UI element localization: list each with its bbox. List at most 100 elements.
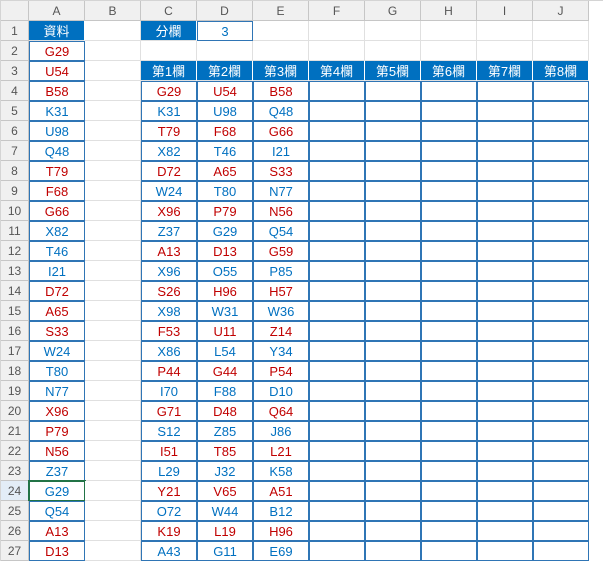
cell-B25[interactable] bbox=[85, 501, 141, 521]
cell-J20[interactable] bbox=[533, 401, 589, 421]
cell-E23[interactable]: K58 bbox=[253, 461, 309, 481]
cell-A12[interactable]: T46 bbox=[29, 241, 85, 261]
table-header-3[interactable]: 第3欄 bbox=[253, 61, 309, 81]
cell-F12[interactable] bbox=[309, 241, 365, 261]
cell-J24[interactable] bbox=[533, 481, 589, 501]
cell-B14[interactable] bbox=[85, 281, 141, 301]
cell-C15[interactable]: X98 bbox=[141, 301, 197, 321]
row-header-4[interactable]: 4 bbox=[1, 81, 29, 101]
cell-C27[interactable]: A43 bbox=[141, 541, 197, 561]
cell-G15[interactable] bbox=[365, 301, 421, 321]
column-header-C[interactable]: C bbox=[141, 1, 197, 21]
column-header-G[interactable]: G bbox=[365, 1, 421, 21]
cell-I2[interactable] bbox=[477, 41, 533, 61]
row-header-11[interactable]: 11 bbox=[1, 221, 29, 241]
cell-J8[interactable] bbox=[533, 161, 589, 181]
cell-F7[interactable] bbox=[309, 141, 365, 161]
cell-D1[interactable]: 3 bbox=[197, 21, 253, 41]
cell-G1[interactable] bbox=[365, 21, 421, 41]
cell-B13[interactable] bbox=[85, 261, 141, 281]
cell-H15[interactable] bbox=[421, 301, 477, 321]
cell-A16[interactable]: S33 bbox=[29, 321, 85, 341]
cell-H22[interactable] bbox=[421, 441, 477, 461]
cell-F16[interactable] bbox=[309, 321, 365, 341]
cell-A5[interactable]: K31 bbox=[29, 101, 85, 121]
cell-E13[interactable]: P85 bbox=[253, 261, 309, 281]
cell-H12[interactable] bbox=[421, 241, 477, 261]
cell-I12[interactable] bbox=[477, 241, 533, 261]
cell-F10[interactable] bbox=[309, 201, 365, 221]
table-header-1[interactable]: 第1欄 bbox=[141, 61, 197, 81]
cell-B21[interactable] bbox=[85, 421, 141, 441]
cell-F9[interactable] bbox=[309, 181, 365, 201]
cell-E2[interactable] bbox=[253, 41, 309, 61]
cell-J25[interactable] bbox=[533, 501, 589, 521]
cell-J27[interactable] bbox=[533, 541, 589, 561]
cell-H1[interactable] bbox=[421, 21, 477, 41]
row-header-2[interactable]: 2 bbox=[1, 41, 29, 61]
cell-B4[interactable] bbox=[85, 81, 141, 101]
row-header-17[interactable]: 17 bbox=[1, 341, 29, 361]
cell-B15[interactable] bbox=[85, 301, 141, 321]
cell-D19[interactable]: F88 bbox=[197, 381, 253, 401]
cell-A13[interactable]: I21 bbox=[29, 261, 85, 281]
cell-I1[interactable] bbox=[477, 21, 533, 41]
cell-D16[interactable]: U11 bbox=[197, 321, 253, 341]
cell-I21[interactable] bbox=[477, 421, 533, 441]
row-header-21[interactable]: 21 bbox=[1, 421, 29, 441]
cell-C5[interactable]: K31 bbox=[141, 101, 197, 121]
spreadsheet[interactable]: ABCDEFGHIJ1資料分欄32G293U54第1欄第2欄第3欄第4欄第5欄第… bbox=[0, 0, 603, 561]
cell-A10[interactable]: G66 bbox=[29, 201, 85, 221]
cell-E24[interactable]: A51 bbox=[253, 481, 309, 501]
cell-A20[interactable]: X96 bbox=[29, 401, 85, 421]
cell-E9[interactable]: N77 bbox=[253, 181, 309, 201]
cell-G17[interactable] bbox=[365, 341, 421, 361]
cell-C16[interactable]: F53 bbox=[141, 321, 197, 341]
cell-E22[interactable]: L21 bbox=[253, 441, 309, 461]
cell-I26[interactable] bbox=[477, 521, 533, 541]
cell-J9[interactable] bbox=[533, 181, 589, 201]
cell-H14[interactable] bbox=[421, 281, 477, 301]
row-header-23[interactable]: 23 bbox=[1, 461, 29, 481]
cell-I17[interactable] bbox=[477, 341, 533, 361]
cell-E16[interactable]: Z14 bbox=[253, 321, 309, 341]
cell-C7[interactable]: X82 bbox=[141, 141, 197, 161]
row-header-1[interactable]: 1 bbox=[1, 21, 29, 41]
cell-J21[interactable] bbox=[533, 421, 589, 441]
cell-E5[interactable]: Q48 bbox=[253, 101, 309, 121]
cell-B10[interactable] bbox=[85, 201, 141, 221]
cell-D20[interactable]: D48 bbox=[197, 401, 253, 421]
cell-H2[interactable] bbox=[421, 41, 477, 61]
cell-C1[interactable]: 分欄 bbox=[141, 21, 197, 41]
cell-E11[interactable]: Q54 bbox=[253, 221, 309, 241]
cell-H5[interactable] bbox=[421, 101, 477, 121]
cell-G11[interactable] bbox=[365, 221, 421, 241]
cell-D22[interactable]: T85 bbox=[197, 441, 253, 461]
cell-D7[interactable]: T46 bbox=[197, 141, 253, 161]
cell-C20[interactable]: G71 bbox=[141, 401, 197, 421]
cell-D23[interactable]: J32 bbox=[197, 461, 253, 481]
cell-B17[interactable] bbox=[85, 341, 141, 361]
cell-G26[interactable] bbox=[365, 521, 421, 541]
cell-E21[interactable]: J86 bbox=[253, 421, 309, 441]
cell-E27[interactable]: E69 bbox=[253, 541, 309, 561]
cell-C11[interactable]: Z37 bbox=[141, 221, 197, 241]
cell-H10[interactable] bbox=[421, 201, 477, 221]
cell-I20[interactable] bbox=[477, 401, 533, 421]
row-header-16[interactable]: 16 bbox=[1, 321, 29, 341]
cell-E8[interactable]: S33 bbox=[253, 161, 309, 181]
cell-A3[interactable]: U54 bbox=[29, 61, 85, 81]
cell-I24[interactable] bbox=[477, 481, 533, 501]
row-header-14[interactable]: 14 bbox=[1, 281, 29, 301]
cell-G4[interactable] bbox=[365, 81, 421, 101]
cell-E26[interactable]: H96 bbox=[253, 521, 309, 541]
row-header-6[interactable]: 6 bbox=[1, 121, 29, 141]
cell-H13[interactable] bbox=[421, 261, 477, 281]
cell-J13[interactable] bbox=[533, 261, 589, 281]
cell-B24[interactable] bbox=[85, 481, 141, 501]
table-header-4[interactable]: 第4欄 bbox=[309, 61, 365, 81]
cell-B9[interactable] bbox=[85, 181, 141, 201]
cell-F27[interactable] bbox=[309, 541, 365, 561]
cell-B20[interactable] bbox=[85, 401, 141, 421]
cell-G8[interactable] bbox=[365, 161, 421, 181]
